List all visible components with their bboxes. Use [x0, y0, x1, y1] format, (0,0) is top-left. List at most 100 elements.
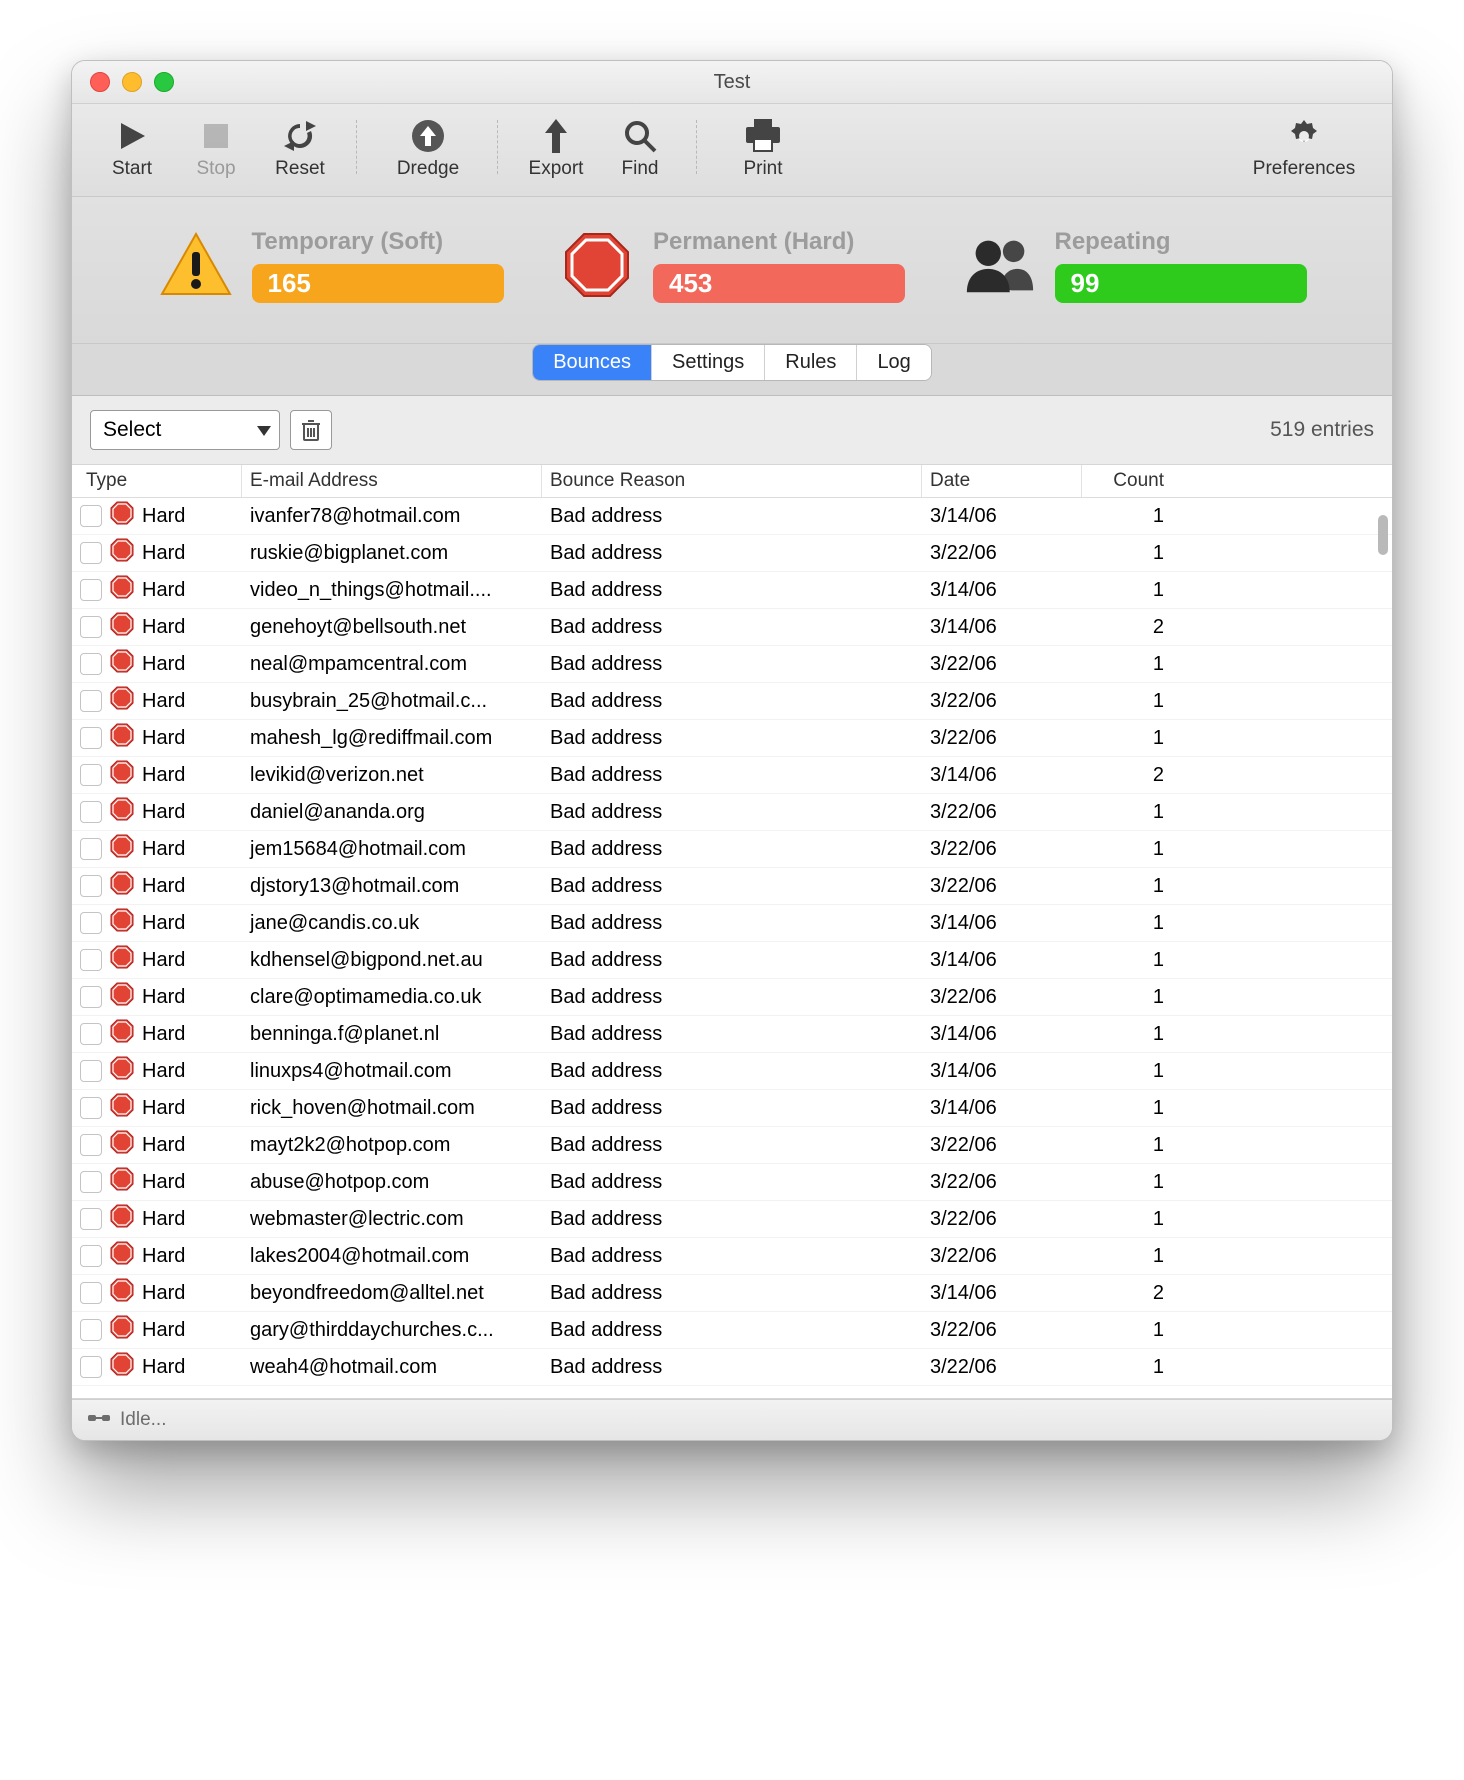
- hard-bounce-icon: [110, 760, 134, 790]
- table-row[interactable]: Harddjstory13@hotmail.comBad address3/22…: [72, 868, 1392, 905]
- hard-bounce-icon: [110, 1093, 134, 1123]
- cell-count: 1: [1082, 1171, 1172, 1194]
- table-row[interactable]: Hardmayt2k2@hotpop.comBad address3/22/06…: [72, 1127, 1392, 1164]
- row-checkbox[interactable]: [80, 949, 102, 971]
- table-row[interactable]: Hardbusybrain_25@hotmail.c...Bad address…: [72, 683, 1392, 720]
- cell-email: kdhensel@bigpond.net.au: [242, 949, 542, 972]
- preferences-button[interactable]: Preferences: [1234, 114, 1374, 180]
- table-row[interactable]: Hardgenehoyt@bellsouth.netBad address3/1…: [72, 609, 1392, 646]
- stat-value: 99: [1055, 264, 1307, 303]
- row-checkbox[interactable]: [80, 986, 102, 1008]
- toolbar-separator: [696, 120, 699, 174]
- table-row[interactable]: Hardgary@thirddaychurches.c...Bad addres…: [72, 1312, 1392, 1349]
- row-checkbox[interactable]: [80, 616, 102, 638]
- row-checkbox[interactable]: [80, 1319, 102, 1341]
- tab-settings[interactable]: Settings: [652, 345, 765, 380]
- row-checkbox[interactable]: [80, 1245, 102, 1267]
- tab-bounces[interactable]: Bounces: [533, 345, 652, 380]
- find-icon: [623, 114, 657, 158]
- row-checkbox[interactable]: [80, 1356, 102, 1378]
- row-checkbox[interactable]: [80, 1060, 102, 1082]
- column-email[interactable]: E-mail Address: [242, 465, 542, 497]
- column-date[interactable]: Date: [922, 465, 1082, 497]
- row-checkbox[interactable]: [80, 1282, 102, 1304]
- cell-reason: Bad address: [542, 838, 922, 861]
- cell-date: 3/22/06: [922, 727, 1082, 750]
- cell-count: 2: [1082, 616, 1172, 639]
- column-reason[interactable]: Bounce Reason: [542, 465, 922, 497]
- cell-type: Hard: [142, 764, 185, 787]
- cell-reason: Bad address: [542, 875, 922, 898]
- cell-count: 2: [1082, 764, 1172, 787]
- table-row[interactable]: Hardruskie@bigplanet.comBad address3/22/…: [72, 535, 1392, 572]
- toolbar: Start Stop Reset Dredge Export: [72, 104, 1392, 197]
- row-checkbox[interactable]: [80, 1171, 102, 1193]
- select-dropdown[interactable]: Select: [90, 410, 280, 450]
- row-checkbox[interactable]: [80, 1208, 102, 1230]
- table-row[interactable]: Hardwebmaster@lectric.comBad address3/22…: [72, 1201, 1392, 1238]
- table-row[interactable]: Hardlakes2004@hotmail.comBad address3/22…: [72, 1238, 1392, 1275]
- table-row[interactable]: Hardlinuxps4@hotmail.comBad address3/14/…: [72, 1053, 1392, 1090]
- row-checkbox[interactable]: [80, 727, 102, 749]
- row-checkbox[interactable]: [80, 579, 102, 601]
- export-button[interactable]: Export: [514, 114, 598, 180]
- cell-count: 1: [1082, 1134, 1172, 1157]
- row-checkbox[interactable]: [80, 653, 102, 675]
- table-row[interactable]: Hardbenninga.f@planet.nlBad address3/14/…: [72, 1016, 1392, 1053]
- hard-bounce-icon: [110, 723, 134, 753]
- row-checkbox[interactable]: [80, 542, 102, 564]
- reset-button[interactable]: Reset: [258, 114, 342, 180]
- minimize-window-button[interactable]: [122, 72, 142, 92]
- find-button[interactable]: Find: [598, 114, 682, 180]
- close-window-button[interactable]: [90, 72, 110, 92]
- cell-type: Hard: [142, 1060, 185, 1083]
- hard-bounce-icon: [110, 1056, 134, 1086]
- row-checkbox[interactable]: [80, 801, 102, 823]
- row-checkbox[interactable]: [80, 912, 102, 934]
- table-row[interactable]: Hardvideo_n_things@hotmail....Bad addres…: [72, 572, 1392, 609]
- zoom-window-button[interactable]: [154, 72, 174, 92]
- table-row[interactable]: Hardweah4@hotmail.comBad address3/22/061: [72, 1349, 1392, 1386]
- print-button[interactable]: Print: [713, 114, 813, 180]
- row-checkbox[interactable]: [80, 505, 102, 527]
- row-checkbox[interactable]: [80, 1023, 102, 1045]
- tab-rules[interactable]: Rules: [765, 345, 857, 380]
- table-row[interactable]: Harddaniel@ananda.orgBad address3/22/061: [72, 794, 1392, 831]
- table-row[interactable]: Hardkdhensel@bigpond.net.auBad address3/…: [72, 942, 1392, 979]
- table-row[interactable]: Hardrick_hoven@hotmail.comBad address3/1…: [72, 1090, 1392, 1127]
- stop-icon: [202, 114, 230, 158]
- dredge-button[interactable]: Dredge: [373, 114, 483, 180]
- row-checkbox[interactable]: [80, 1097, 102, 1119]
- tab-log[interactable]: Log: [857, 345, 930, 380]
- delete-button[interactable]: [290, 410, 332, 450]
- scrollbar-thumb[interactable]: [1378, 515, 1388, 555]
- table-row[interactable]: Hardlevikid@verizon.netBad address3/14/0…: [72, 757, 1392, 794]
- cell-email: neal@mpamcentral.com: [242, 653, 542, 676]
- start-button[interactable]: Start: [90, 114, 174, 180]
- column-count[interactable]: Count: [1082, 465, 1172, 497]
- table-row[interactable]: Hardivanfer78@hotmail.comBad address3/14…: [72, 498, 1392, 535]
- row-checkbox[interactable]: [80, 1134, 102, 1156]
- table-row[interactable]: Hardabuse@hotpop.comBad address3/22/061: [72, 1164, 1392, 1201]
- table-row[interactable]: Hardmahesh_lg@rediffmail.comBad address3…: [72, 720, 1392, 757]
- row-checkbox[interactable]: [80, 838, 102, 860]
- table-row[interactable]: Hardneal@mpamcentral.comBad address3/22/…: [72, 646, 1392, 683]
- status-text: Idle...: [120, 1409, 166, 1431]
- cell-type: Hard: [142, 986, 185, 1009]
- column-type[interactable]: Type: [72, 465, 242, 497]
- hard-bounce-icon: [110, 538, 134, 568]
- window-title: Test: [72, 71, 1392, 94]
- row-checkbox[interactable]: [80, 764, 102, 786]
- cell-count: 1: [1082, 801, 1172, 824]
- table-body[interactable]: Hardivanfer78@hotmail.comBad address3/14…: [72, 498, 1392, 1398]
- hard-bounce-icon: [110, 501, 134, 531]
- cell-type: Hard: [142, 1245, 185, 1268]
- row-checkbox[interactable]: [80, 690, 102, 712]
- table-row[interactable]: Hardbeyondfreedom@alltel.netBad address3…: [72, 1275, 1392, 1312]
- table-row[interactable]: Hardclare@optimamedia.co.ukBad address3/…: [72, 979, 1392, 1016]
- bounce-table: Type E-mail Address Bounce Reason Date C…: [72, 464, 1392, 1399]
- table-row[interactable]: Hardjem15684@hotmail.comBad address3/22/…: [72, 831, 1392, 868]
- table-row[interactable]: Hardjane@candis.co.ukBad address3/14/061: [72, 905, 1392, 942]
- toolbar-separator: [356, 120, 359, 174]
- row-checkbox[interactable]: [80, 875, 102, 897]
